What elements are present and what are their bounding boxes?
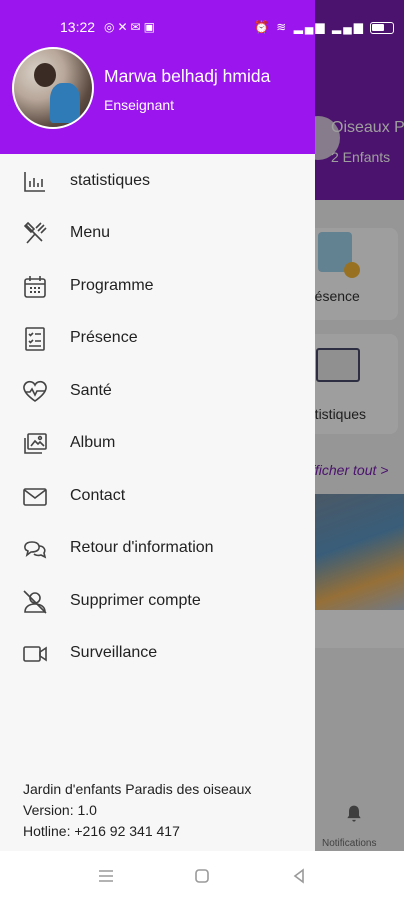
- menu-item-supprimer-compte[interactable]: Supprimer compte: [0, 575, 315, 627]
- app-icon: ▣: [143, 20, 158, 34]
- system-icons: ⏰ ≋ ▂▄▆ ▂▄▆: [254, 20, 395, 34]
- menu-item-label: Santé: [70, 382, 112, 399]
- navigation-drawer: Marwa belhadj hmida Enseignant statistiq…: [0, 0, 315, 851]
- menu-item-statistiques[interactable]: statistiques: [0, 155, 315, 207]
- menu-item-album[interactable]: Album: [0, 417, 315, 469]
- menu-item-label: Retour d'information: [70, 539, 214, 556]
- video-camera-icon: [22, 641, 48, 667]
- menu-item-label: Supprimer compte: [70, 592, 201, 609]
- menu-item-label: Programme: [70, 277, 154, 294]
- menu-item-label: Surveillance: [70, 644, 158, 661]
- user-slash-icon: [22, 589, 48, 615]
- wifi-icon: ≋: [276, 20, 289, 34]
- envelope-icon: [22, 484, 48, 510]
- menu-item-menu[interactable]: Menu: [0, 207, 315, 259]
- signal-icon: ▂▄▆: [332, 20, 365, 34]
- menu-item-label: Présence: [70, 329, 138, 346]
- heartbeat-icon: [22, 379, 48, 405]
- menu-item-sante[interactable]: Santé: [0, 365, 315, 417]
- menu-item-label: Contact: [70, 487, 126, 504]
- notification-icons: ◎✕✉▣: [104, 20, 158, 34]
- x-icon: ✕: [117, 20, 131, 34]
- menu-item-label: Album: [70, 434, 116, 451]
- whatsapp-icon: ◎: [104, 20, 118, 34]
- app-version: Version: 1.0: [23, 802, 97, 818]
- chat-bubbles-icon: [22, 536, 48, 562]
- utensils-icon: [22, 221, 48, 247]
- status-time: 13:22: [60, 19, 96, 35]
- checklist-icon: [22, 326, 48, 352]
- menu-icon[interactable]: [95, 865, 117, 887]
- alarm-icon: ⏰: [254, 20, 271, 34]
- menu-item-programme[interactable]: Programme: [0, 260, 315, 312]
- system-nav-bar: [0, 851, 404, 900]
- bar-chart-icon: [22, 169, 48, 195]
- school-name: Jardin d'enfants Paradis des oiseaux: [23, 781, 252, 797]
- profile-avatar[interactable]: [12, 47, 94, 129]
- hotline: Hotline: +216 92 341 417: [23, 823, 180, 839]
- menu-item-contact[interactable]: Contact: [0, 470, 315, 522]
- calendar-icon: [22, 274, 48, 300]
- photo-album-icon: [22, 431, 48, 457]
- mail-icon: ✉: [130, 20, 144, 34]
- menu-item-surveillance[interactable]: Surveillance: [0, 627, 315, 679]
- home-icon[interactable]: [191, 865, 213, 887]
- profile-name: Marwa belhadj hmida: [104, 66, 271, 86]
- menu-item-label: statistiques: [70, 172, 151, 189]
- profile-role: Enseignant: [104, 97, 175, 113]
- menu-item-label: Menu: [70, 224, 111, 241]
- battery-icon: [370, 21, 395, 34]
- back-icon[interactable]: [288, 865, 310, 887]
- menu-item-retour-information[interactable]: Retour d'information: [0, 522, 315, 574]
- signal-icon: ▂▄▆: [293, 20, 327, 34]
- menu-item-presence[interactable]: Présence: [0, 312, 315, 364]
- drawer-footer: Jardin d'enfants Paradis des oiseaux Ver…: [23, 779, 251, 842]
- status-bar: 13:22 ◎✕✉▣ ⏰ ≋ ▂▄▆ ▂▄▆: [0, 0, 404, 36]
